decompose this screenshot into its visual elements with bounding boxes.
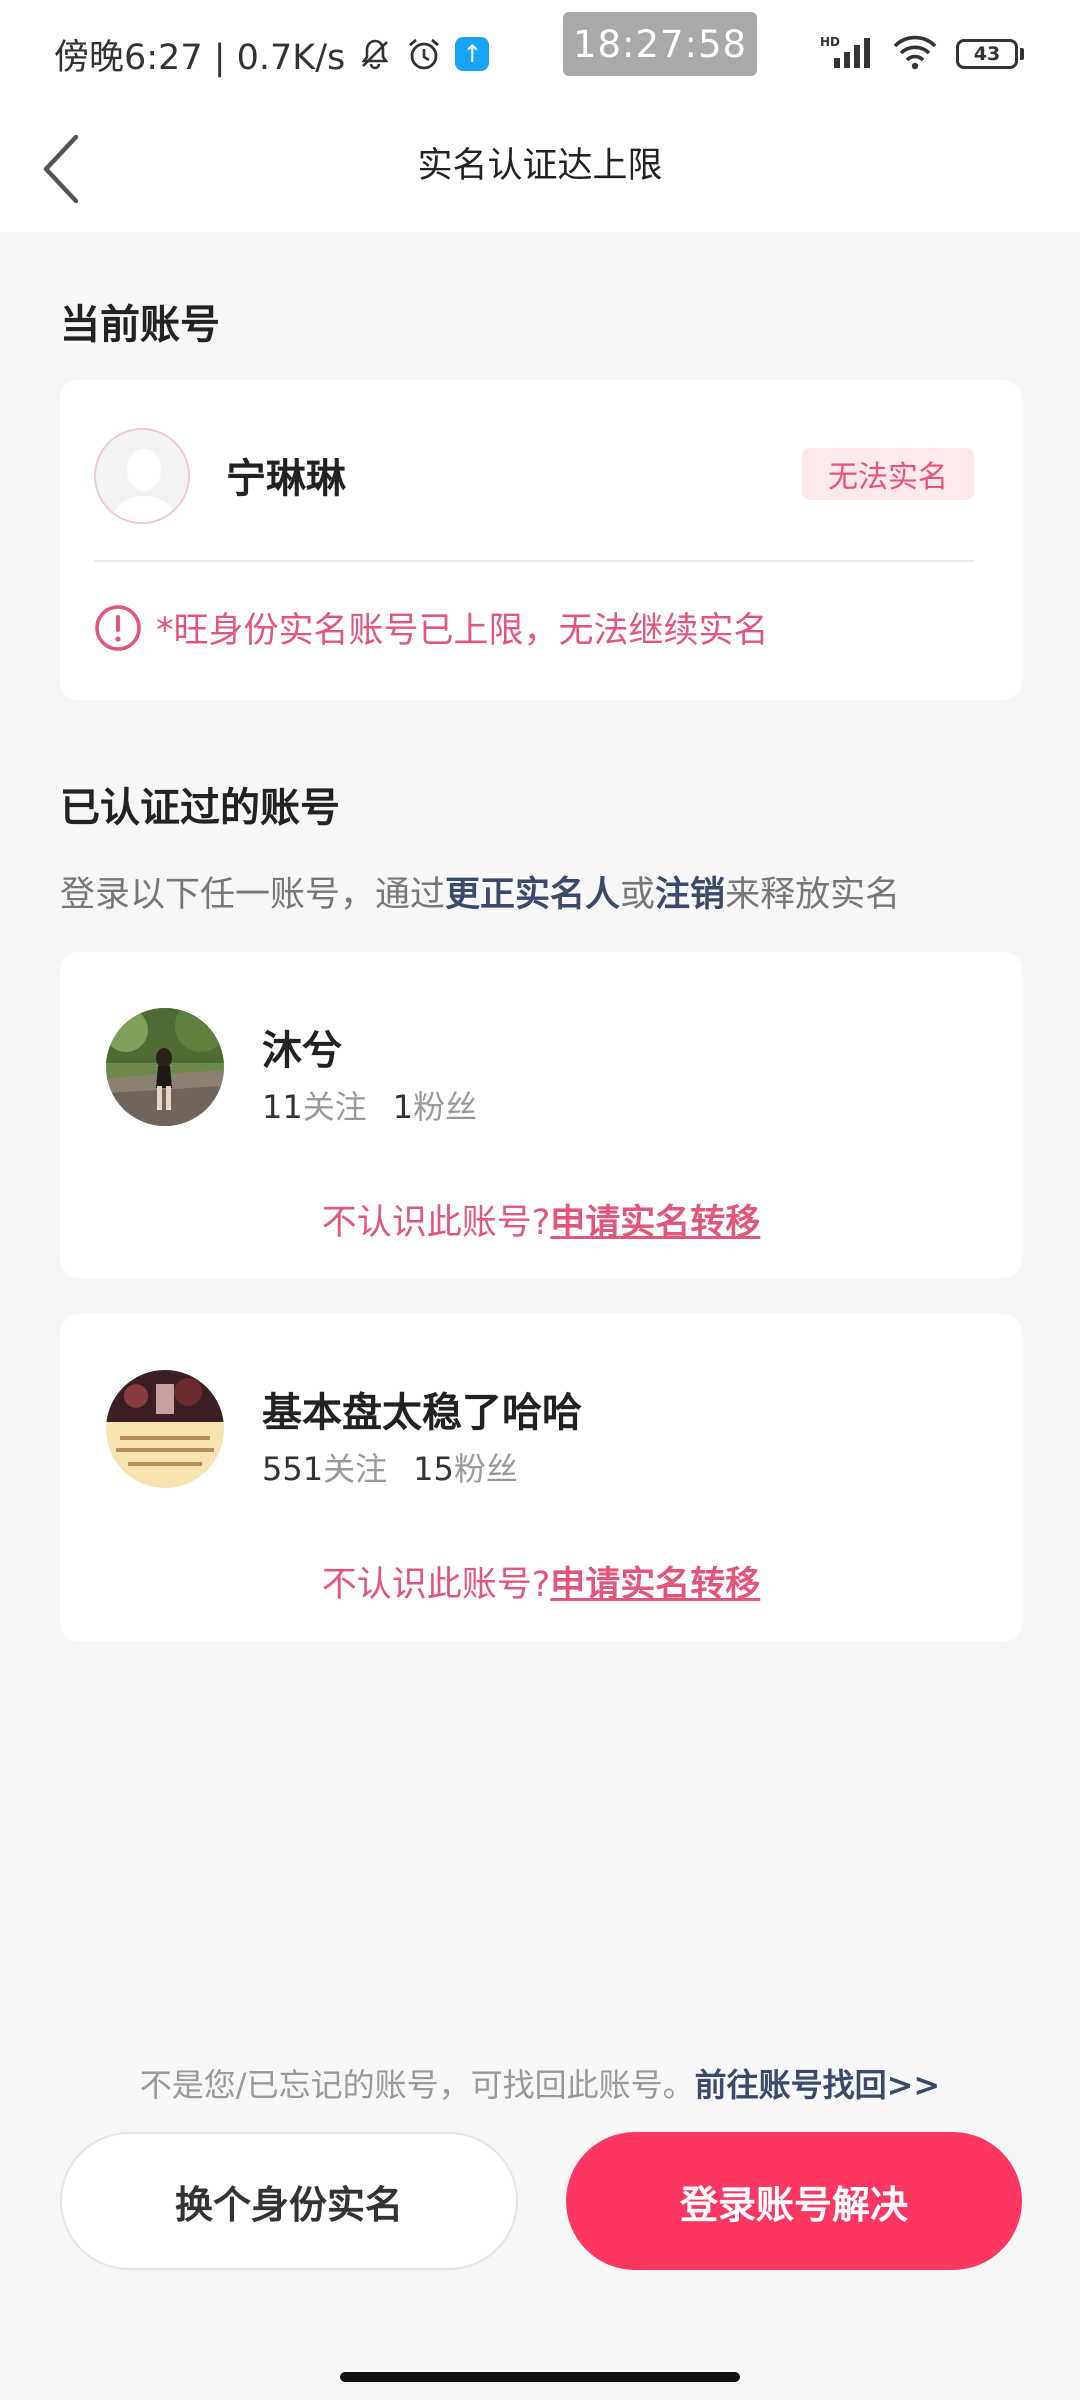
account-stats: 551关注 15粉丝 [262,1450,518,1488]
home-indicator[interactable] [340,2372,740,2382]
verified-account-card[interactable]: 沐兮 11关注 1粉丝 不认识此账号?申请实名转移 [60,952,1022,1278]
account-name: 基本盘太稳了哈哈 [262,1390,582,1436]
current-account-card: 宁琳琳 无法实名 *旺身份实名账号已上限，无法继续实名 [60,380,1022,700]
battery-icon: 43 [956,39,1024,69]
follow-count: 11 [262,1088,303,1126]
transfer-row: 不认识此账号?申请实名转移 [321,1203,761,1243]
current-account-name: 宁琳琳 [226,456,346,502]
account-name: 沐兮 [262,1028,342,1074]
default-avatar [94,428,190,524]
divider [94,560,974,562]
upload-app-icon: ↑ [455,37,490,71]
signal-icon: HD [820,34,874,74]
verified-subtitle: 登录以下任一账号，通过更正实名人或注销来释放实名 [60,875,901,915]
status-time-speed: 傍晚6:27 | 0.7K/s [54,37,346,78]
verified-account-card[interactable]: 基本盘太稳了哈哈 551关注 15粉丝 不认识此账号?申请实名转移 [60,1314,1022,1642]
account-recovery-link[interactable]: 前往账号找回>> [695,2066,941,2104]
account-avatar [106,1008,224,1126]
follow-count: 551 [262,1450,324,1488]
account-avatar [106,1370,224,1488]
apply-transfer-link[interactable]: 申请实名转移 [550,1203,760,1243]
exclamation-circle-icon [94,604,142,652]
nav-header: 实名认证达上限 [0,110,1080,232]
page-title: 实名认证达上限 [417,145,663,186]
login-resolve-button[interactable]: 登录账号解决 [566,2132,1022,2270]
transfer-row: 不认识此账号?申请实名转移 [321,1565,761,1605]
clock-pill: 18:27:58 [563,12,757,76]
status-badge: 无法实名 [802,448,974,500]
deregister-link[interactable]: 注销 [655,875,725,915]
wifi-icon [892,34,938,74]
fans-count: 15 [413,1450,454,1488]
account-stats: 11关注 1粉丝 [262,1088,478,1126]
alarm-clock-icon [405,35,443,73]
verified-accounts-title: 已认证过的账号 [60,785,340,831]
user-silhouette-icon [96,430,188,522]
mute-bell-icon [357,36,393,72]
recover-line: 不是您/已忘记的账号，可找回此账号。前往账号找回>> [139,2066,941,2104]
network-label: HD [820,35,840,49]
status-bar: 傍晚6:27 | 0.7K/s ↑ 18:27:58 HD 43 [0,0,1080,110]
correct-realname-link[interactable]: 更正实名人 [445,875,620,915]
switch-identity-button[interactable]: 换个身份实名 [60,2132,518,2270]
fans-count: 1 [392,1088,414,1126]
apply-transfer-link[interactable]: 申请实名转移 [550,1565,760,1605]
battery-level: 43 [956,39,1018,69]
limit-warning-text: *旺身份实名账号已上限，无法继续实名 [156,611,769,651]
current-account-title: 当前账号 [60,302,220,348]
